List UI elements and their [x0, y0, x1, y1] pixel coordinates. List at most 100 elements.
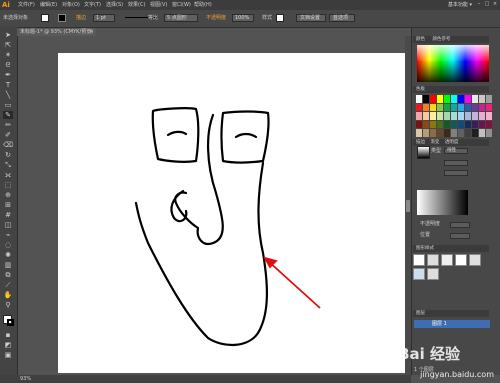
graphic-style-2[interactable]	[427, 254, 439, 266]
color-swatch[interactable]	[423, 95, 429, 103]
color-swatch[interactable]	[416, 112, 422, 120]
eyedropper-tool-icon[interactable]: ⌁	[3, 231, 13, 239]
menu-type[interactable]: 文字(T)	[84, 1, 101, 9]
menu-object[interactable]: 对象(O)	[62, 1, 80, 9]
color-swatch[interactable]	[430, 120, 436, 129]
color-swatch[interactable]	[423, 103, 429, 112]
graphic-style-5[interactable]	[469, 254, 481, 266]
hand-tool-icon[interactable]: ✋	[3, 291, 13, 299]
color-swatch[interactable]	[423, 112, 429, 120]
color-swatch[interactable]	[458, 120, 464, 129]
brush-definition-field[interactable]: 5 点圆形	[164, 14, 198, 22]
magic-wand-tool-icon[interactable]: ✶	[3, 51, 13, 59]
minimize-icon[interactable]: –	[476, 2, 482, 7]
perspective-grid-tool-icon[interactable]: ⊞	[3, 201, 13, 209]
stroke-swatch-icon[interactable]	[7, 319, 14, 326]
stroke-label[interactable]: 描边	[76, 14, 86, 22]
maximize-icon[interactable]: □	[484, 2, 490, 7]
color-swatch[interactable]	[486, 103, 492, 112]
direct-selection-tool-icon[interactable]: ⇱	[3, 41, 13, 49]
color-swatch[interactable]	[472, 129, 478, 137]
color-swatch[interactable]	[444, 103, 450, 112]
rotate-tool-icon[interactable]: ↻	[3, 151, 13, 159]
graphic-style-6[interactable]	[413, 268, 425, 280]
scale-tool-icon[interactable]: ⤡	[3, 161, 13, 169]
drawing-mode-icon[interactable]: ◩	[3, 341, 13, 349]
color-swatch[interactable]	[416, 129, 422, 137]
stroke-color-icon[interactable]	[58, 14, 66, 22]
color-panel-tab[interactable]: 颜色 颜色参考	[413, 36, 489, 43]
color-swatch[interactable]	[486, 129, 492, 137]
graphic-style-7[interactable]	[427, 268, 439, 280]
gradient-thumbnail[interactable]	[417, 146, 430, 159]
preferences-button[interactable]: 首选项	[329, 14, 355, 22]
color-swatch[interactable]	[451, 120, 457, 129]
menu-window[interactable]: 窗口(W)	[172, 1, 191, 9]
color-swatch[interactable]	[430, 112, 436, 120]
zoom-level[interactable]: 93%	[20, 375, 31, 383]
rectangle-tool-icon[interactable]: ▭	[3, 101, 13, 109]
graphic-style-3[interactable]	[441, 254, 453, 266]
gradient-position-field[interactable]	[450, 233, 470, 239]
graphic-style-default[interactable]	[413, 254, 425, 266]
shape-builder-tool-icon[interactable]: ⊕	[3, 191, 13, 199]
color-swatch[interactable]	[444, 120, 450, 129]
color-swatch[interactable]	[437, 120, 443, 129]
close-window-icon[interactable]: ×	[492, 2, 498, 7]
column-graph-tool-icon[interactable]: ▥	[3, 261, 13, 269]
gradient-angle-field[interactable]	[444, 160, 468, 166]
pen-tool-icon[interactable]: ✒	[3, 71, 13, 79]
color-swatch[interactable]	[416, 120, 422, 129]
color-swatch[interactable]	[486, 112, 492, 120]
pencil-tool-icon[interactable]: ✏	[3, 121, 13, 129]
menu-view[interactable]: 视图(V)	[150, 1, 167, 9]
type-tool-icon[interactable]: T	[3, 81, 13, 89]
color-swatch[interactable]	[416, 95, 422, 103]
color-swatch[interactable]	[444, 95, 450, 103]
screen-mode-icon[interactable]: ▣	[3, 351, 13, 359]
color-swatch[interactable]	[416, 103, 422, 112]
document-setup-button[interactable]: 文档设置	[296, 14, 326, 22]
eraser-tool-icon[interactable]: ⌫	[3, 141, 13, 149]
gradient-type-select[interactable]: 线性	[444, 148, 468, 154]
color-swatch[interactable]	[437, 129, 443, 137]
line-tool-icon[interactable]: ╲	[3, 91, 13, 99]
opacity-field[interactable]: 100%	[232, 14, 254, 22]
color-swatch[interactable]	[458, 112, 464, 120]
gradient-slider[interactable]	[417, 190, 468, 215]
menu-select[interactable]: 选择(S)	[106, 1, 123, 9]
color-spectrum[interactable]	[417, 45, 489, 82]
stroke-weight-field[interactable]: 1 pt	[93, 14, 115, 22]
color-swatch[interactable]	[430, 103, 436, 112]
stroke-profile[interactable]: 等比	[148, 14, 158, 22]
blend-tool-icon[interactable]: ◌	[3, 241, 13, 249]
color-swatch[interactable]	[458, 95, 464, 103]
color-swatch[interactable]	[465, 120, 471, 129]
lasso-tool-icon[interactable]: ᘓ	[3, 61, 13, 69]
color-swatch[interactable]	[465, 95, 471, 103]
color-swatch[interactable]	[486, 120, 492, 129]
fill-color-icon[interactable]	[41, 14, 49, 22]
color-swatch[interactable]	[458, 103, 464, 112]
color-mode-icon[interactable]: ▪	[3, 331, 13, 339]
menu-edit[interactable]: 编辑(E)	[40, 1, 57, 9]
artboard-tool-icon[interactable]: ⧉	[3, 271, 13, 279]
color-swatch[interactable]	[479, 120, 485, 129]
style-swatch[interactable]	[276, 14, 284, 22]
color-swatch[interactable]	[472, 120, 478, 129]
menu-help[interactable]: 帮助(H)	[194, 1, 212, 9]
color-swatch[interactable]	[465, 103, 471, 112]
color-swatch[interactable]	[486, 95, 492, 103]
color-swatch[interactable]	[465, 129, 471, 137]
color-swatch[interactable]	[430, 95, 436, 103]
zoom-tool-icon[interactable]: ⚲	[3, 301, 13, 309]
opacity-label[interactable]: 不透明度	[206, 14, 226, 22]
graphic-style-4[interactable]	[455, 254, 467, 266]
color-swatch[interactable]	[479, 112, 485, 120]
gradient-tool-icon[interactable]: ◫	[3, 221, 13, 229]
color-swatch[interactable]	[423, 120, 429, 129]
close-document-icon[interactable]: ×	[89, 28, 93, 36]
artboard[interactable]	[58, 53, 408, 373]
document-tab[interactable]: 未标题-1* @ 93% (CMYK/预览)	[17, 28, 96, 36]
color-swatch[interactable]	[444, 129, 450, 137]
